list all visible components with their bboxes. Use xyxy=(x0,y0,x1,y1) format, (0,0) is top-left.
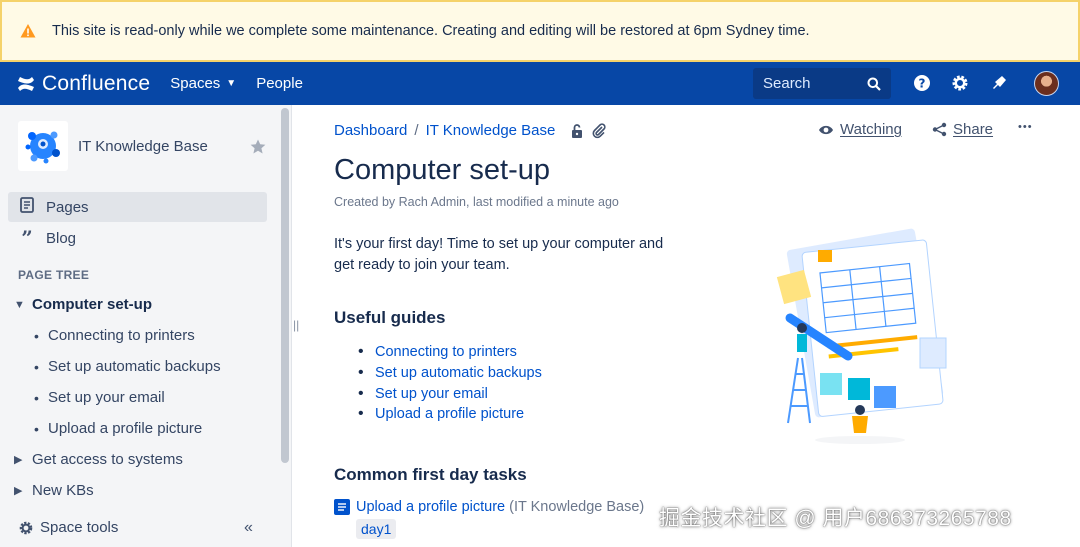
space-tools-button[interactable]: Space tools xyxy=(18,519,118,536)
share-button[interactable]: Share xyxy=(932,121,993,138)
banner-text: This site is read-only while we complete… xyxy=(52,23,810,39)
watching-label: Watching xyxy=(840,121,902,138)
tree-item-computer-set-up[interactable]: ▼ Computer set-up xyxy=(14,296,152,313)
star-icon[interactable] xyxy=(249,138,267,156)
tree-item-label: Connecting to printers xyxy=(48,327,195,344)
spaces-label: Spaces xyxy=(170,75,221,92)
tree-item-label: Get access to systems xyxy=(32,451,183,468)
tree-item-label: New KBs xyxy=(32,482,94,499)
tree-item-label: Upload a profile picture xyxy=(48,420,203,437)
breadcrumb-separator: / xyxy=(414,122,419,139)
guide-link[interactable]: Upload a profile picture xyxy=(375,406,524,422)
list-item[interactable]: Connecting to printers xyxy=(358,342,542,363)
search-placeholder: Search xyxy=(763,75,811,92)
breadcrumb: Dashboard / IT Knowledge Base xyxy=(334,122,607,139)
tree-item-label: Set up your email xyxy=(48,389,165,406)
breadcrumb-dashboard[interactable]: Dashboard xyxy=(334,122,407,139)
blog-quote-icon: ” xyxy=(21,226,33,250)
bullet: • xyxy=(34,389,39,406)
list-item[interactable]: Upload a profile picture xyxy=(358,404,542,425)
breadcrumb-space[interactable]: IT Knowledge Base xyxy=(426,122,556,139)
tree-item-set-up-your-email[interactable]: • Set up your email xyxy=(34,389,165,406)
task-row: Upload a profile picture (IT Knowledge B… xyxy=(334,499,644,515)
page-icon xyxy=(334,499,350,515)
page-title: Computer set-up xyxy=(334,154,550,186)
tree-item-label: Computer set-up xyxy=(32,296,152,313)
task-link[interactable]: Upload a profile picture xyxy=(356,499,505,515)
guide-link[interactable]: Set up your email xyxy=(375,386,488,402)
attachment-icon[interactable] xyxy=(591,122,607,139)
bullet: • xyxy=(34,327,39,344)
onboarding-illustration xyxy=(776,228,947,444)
sidebar-item-pages[interactable]: Pages xyxy=(8,192,267,222)
sidebar-item-blog[interactable]: ” Blog xyxy=(8,223,267,253)
watch-button[interactable]: Watching xyxy=(818,121,902,138)
guide-link[interactable]: Connecting to printers xyxy=(375,344,517,360)
space-tools-label: Space tools xyxy=(40,519,119,536)
label-chip[interactable]: day1 xyxy=(356,519,397,539)
guide-link[interactable]: Set up automatic backups xyxy=(375,365,542,381)
chevron-right-icon[interactable]: ▶ xyxy=(14,484,32,497)
spaces-menu[interactable]: Spaces ▼ xyxy=(170,75,236,92)
intro-text: It's your first day! Time to set up your… xyxy=(334,236,664,273)
tree-item-new-kbs[interactable]: ▶ New KBs xyxy=(14,482,94,499)
tree-item-connecting-to-printers[interactable]: • Connecting to printers xyxy=(34,327,195,344)
sidebar-item-label: Blog xyxy=(46,229,77,247)
sidebar-scrollbar[interactable] xyxy=(281,108,289,463)
avatar[interactable] xyxy=(1034,71,1059,96)
warning-icon xyxy=(20,24,36,38)
gear-icon xyxy=(19,521,33,534)
sidebar: IT Knowledge Base Pages ” Blog PAGE TREE… xyxy=(0,105,292,547)
search-icon xyxy=(867,77,881,91)
confluence-logo[interactable]: Confluence xyxy=(16,72,150,96)
list-item[interactable]: Set up your email xyxy=(358,383,542,404)
space-logo xyxy=(18,121,68,171)
logo-text: Confluence xyxy=(42,71,151,95)
eye-icon xyxy=(819,125,833,134)
notifications-icon[interactable] xyxy=(989,73,1009,93)
task-space: (IT Knowledge Base) xyxy=(509,499,645,515)
watermark-text: 掘金技术社区 @ 用户686373265788 xyxy=(659,507,1012,530)
gear-icon[interactable] xyxy=(950,73,970,93)
page-tree-heading: PAGE TREE xyxy=(18,268,90,282)
help-icon[interactable]: ? xyxy=(912,73,932,93)
tree-item-label: Set up automatic backups xyxy=(48,358,221,375)
list-item[interactable]: Set up automatic backups xyxy=(358,363,542,384)
people-label: People xyxy=(256,75,303,92)
share-icon xyxy=(932,122,947,137)
chevron-right-icon[interactable]: ▶ xyxy=(14,453,32,466)
bullet: • xyxy=(34,420,39,437)
people-link[interactable]: People xyxy=(256,75,303,92)
resize-handle-icon[interactable]: || xyxy=(293,318,299,332)
collapse-sidebar-icon[interactable]: « xyxy=(244,519,253,537)
unlock-icon[interactable] xyxy=(569,123,585,139)
pages-icon xyxy=(18,196,36,218)
top-navigation: Confluence Spaces ▼ People Search ? xyxy=(0,62,1080,105)
space-name: IT Knowledge Base xyxy=(78,137,208,155)
common-tasks-heading: Common first day tasks xyxy=(334,465,527,484)
tree-item-get-access-to-systems[interactable]: ▶ Get access to systems xyxy=(14,451,183,468)
space-header[interactable]: IT Knowledge Base xyxy=(18,121,208,171)
tree-item-upload-a-profile-picture[interactable]: • Upload a profile picture xyxy=(34,420,202,437)
more-actions-icon[interactable]: ••• xyxy=(1018,121,1033,133)
tree-item-set-up-automatic-backups[interactable]: • Set up automatic backups xyxy=(34,358,221,375)
guides-list: Connecting to printers Set up automatic … xyxy=(358,342,542,425)
useful-guides-heading: Useful guides xyxy=(334,308,446,327)
chevron-down-icon: ▼ xyxy=(226,78,237,89)
share-label: Share xyxy=(953,121,994,138)
page-byline: Created by Rach Admin, last modified a m… xyxy=(334,195,619,209)
svg-text:?: ? xyxy=(919,77,926,91)
space-logo-icon xyxy=(25,131,60,164)
sidebar-item-label: Pages xyxy=(46,198,89,216)
search-input[interactable]: Search xyxy=(753,68,891,99)
maintenance-banner: This site is read-only while we complete… xyxy=(0,0,1080,62)
confluence-logo-icon xyxy=(18,76,34,91)
chevron-down-icon[interactable]: ▼ xyxy=(14,299,32,311)
bullet: • xyxy=(34,358,39,375)
